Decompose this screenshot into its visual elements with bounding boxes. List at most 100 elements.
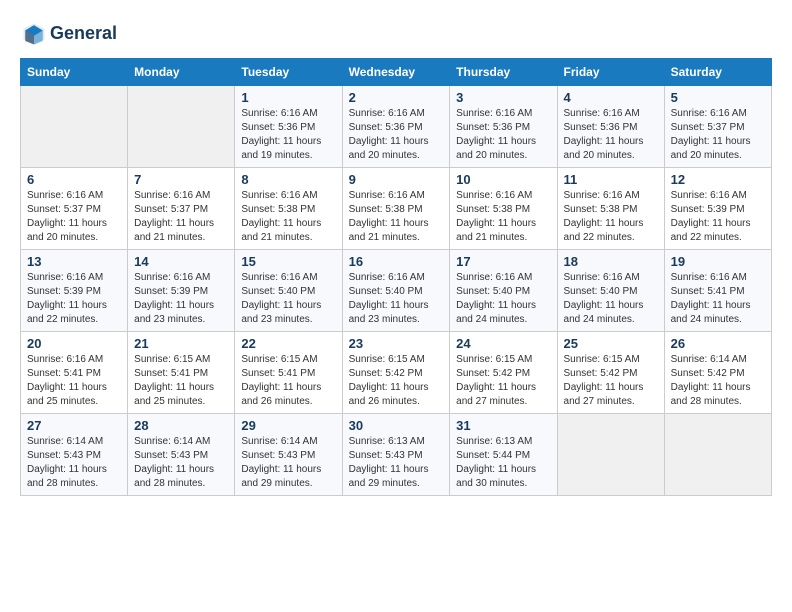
day-info: Sunrise: 6:16 AM Sunset: 5:41 PM Dayligh… [27,353,121,409]
logo: General [20,20,117,48]
calendar-cell: 9 Sunrise: 6:16 AM Sunset: 5:38 PM Daylig… [342,168,450,250]
day-info: Sunrise: 6:14 AM Sunset: 5:43 PM Dayligh… [27,435,121,491]
calendar-cell: 3 Sunrise: 6:16 AM Sunset: 5:36 PM Daylig… [450,86,557,168]
calendar-cell [557,414,664,496]
calendar-header-wednesday: Wednesday [342,59,450,86]
day-info: Sunrise: 6:15 AM Sunset: 5:42 PM Dayligh… [456,353,550,409]
day-number: 27 [27,418,121,433]
day-number: 3 [456,90,550,105]
day-number: 18 [564,254,658,269]
calendar-cell: 29 Sunrise: 6:14 AM Sunset: 5:43 PM Dayli… [235,414,342,496]
calendar-cell [128,86,235,168]
day-info: Sunrise: 6:16 AM Sunset: 5:38 PM Dayligh… [349,189,444,245]
calendar-cell: 26 Sunrise: 6:14 AM Sunset: 5:42 PM Dayli… [664,332,771,414]
day-info: Sunrise: 6:14 AM Sunset: 5:43 PM Dayligh… [134,435,228,491]
calendar-header-saturday: Saturday [664,59,771,86]
calendar-week-row: 27 Sunrise: 6:14 AM Sunset: 5:43 PM Dayli… [21,414,772,496]
calendar-cell: 25 Sunrise: 6:15 AM Sunset: 5:42 PM Dayli… [557,332,664,414]
calendar-week-row: 6Sunrise: 6:16 AM Sunset: 5:37 PM Daylig… [21,168,772,250]
calendar-cell: 18 Sunrise: 6:16 AM Sunset: 5:40 PM Dayli… [557,250,664,332]
day-number: 7 [134,172,228,187]
calendar-cell: 19 Sunrise: 6:16 AM Sunset: 5:41 PM Dayli… [664,250,771,332]
day-info: Sunrise: 6:15 AM Sunset: 5:41 PM Dayligh… [241,353,335,409]
calendar-cell: 10 Sunrise: 6:16 AM Sunset: 5:38 PM Dayli… [450,168,557,250]
day-info: Sunrise: 6:16 AM Sunset: 5:40 PM Dayligh… [349,271,444,327]
day-info: Sunrise: 6:15 AM Sunset: 5:42 PM Dayligh… [564,353,658,409]
day-number: 21 [134,336,228,351]
calendar-cell: 15 Sunrise: 6:16 AM Sunset: 5:40 PM Dayli… [235,250,342,332]
calendar-cell: 30 Sunrise: 6:13 AM Sunset: 5:43 PM Dayli… [342,414,450,496]
day-info: Sunrise: 6:16 AM Sunset: 5:37 PM Dayligh… [671,107,765,163]
day-info: Sunrise: 6:16 AM Sunset: 5:36 PM Dayligh… [564,107,658,163]
day-number: 15 [241,254,335,269]
calendar-cell: 27 Sunrise: 6:14 AM Sunset: 5:43 PM Dayli… [21,414,128,496]
day-number: 28 [134,418,228,433]
day-info: Sunrise: 6:16 AM Sunset: 5:38 PM Dayligh… [241,189,335,245]
day-info: Sunrise: 6:16 AM Sunset: 5:38 PM Dayligh… [456,189,550,245]
day-number: 6 [27,172,121,187]
day-info: Sunrise: 6:16 AM Sunset: 5:39 PM Dayligh… [134,271,228,327]
calendar-cell: 8 Sunrise: 6:16 AM Sunset: 5:38 PM Daylig… [235,168,342,250]
calendar-cell: 13 Sunrise: 6:16 AM Sunset: 5:39 PM Dayli… [21,250,128,332]
day-info: Sunrise: 6:16 AM Sunset: 5:36 PM Dayligh… [456,107,550,163]
day-number: 30 [349,418,444,433]
day-number: 9 [349,172,444,187]
day-info: Sunrise: 6:15 AM Sunset: 5:42 PM Dayligh… [349,353,444,409]
day-info: Sunrise: 6:16 AM Sunset: 5:36 PM Dayligh… [241,107,335,163]
calendar-cell: 17Sunrise: 6:16 AM Sunset: 5:40 PM Dayli… [450,250,557,332]
calendar-header-monday: Monday [128,59,235,86]
calendar-cell: 31Sunrise: 6:13 AM Sunset: 5:44 PM Dayli… [450,414,557,496]
day-info: Sunrise: 6:13 AM Sunset: 5:43 PM Dayligh… [349,435,444,491]
calendar-header-thursday: Thursday [450,59,557,86]
calendar-cell: 23Sunrise: 6:15 AM Sunset: 5:42 PM Dayli… [342,332,450,414]
day-number: 8 [241,172,335,187]
day-info: Sunrise: 6:16 AM Sunset: 5:41 PM Dayligh… [671,271,765,327]
calendar-cell: 1 Sunrise: 6:16 AM Sunset: 5:36 PM Daylig… [235,86,342,168]
day-info: Sunrise: 6:16 AM Sunset: 5:38 PM Dayligh… [564,189,658,245]
day-info: Sunrise: 6:16 AM Sunset: 5:40 PM Dayligh… [564,271,658,327]
calendar-cell: 16 Sunrise: 6:16 AM Sunset: 5:40 PM Dayli… [342,250,450,332]
page-header: General [20,20,772,48]
day-number: 26 [671,336,765,351]
calendar-cell: 7Sunrise: 6:16 AM Sunset: 5:37 PM Daylig… [128,168,235,250]
day-info: Sunrise: 6:14 AM Sunset: 5:43 PM Dayligh… [241,435,335,491]
calendar-header-row: SundayMondayTuesdayWednesdayThursdayFrid… [21,59,772,86]
day-number: 2 [349,90,444,105]
day-number: 4 [564,90,658,105]
logo-icon [20,20,48,48]
day-info: Sunrise: 6:16 AM Sunset: 5:39 PM Dayligh… [27,271,121,327]
calendar-cell: 22 Sunrise: 6:15 AM Sunset: 5:41 PM Dayli… [235,332,342,414]
calendar-cell: 14 Sunrise: 6:16 AM Sunset: 5:39 PM Dayli… [128,250,235,332]
day-number: 29 [241,418,335,433]
calendar-cell: 21 Sunrise: 6:15 AM Sunset: 5:41 PM Dayli… [128,332,235,414]
day-info: Sunrise: 6:16 AM Sunset: 5:40 PM Dayligh… [241,271,335,327]
day-number: 13 [27,254,121,269]
day-number: 1 [241,90,335,105]
day-info: Sunrise: 6:16 AM Sunset: 5:36 PM Dayligh… [349,107,444,163]
day-info: Sunrise: 6:16 AM Sunset: 5:39 PM Dayligh… [671,189,765,245]
calendar-cell: 4 Sunrise: 6:16 AM Sunset: 5:36 PM Daylig… [557,86,664,168]
calendar-cell: 28 Sunrise: 6:14 AM Sunset: 5:43 PM Dayli… [128,414,235,496]
day-number: 16 [349,254,444,269]
calendar-header-friday: Friday [557,59,664,86]
day-number: 22 [241,336,335,351]
day-info: Sunrise: 6:14 AM Sunset: 5:42 PM Dayligh… [671,353,765,409]
calendar-header-tuesday: Tuesday [235,59,342,86]
day-info: Sunrise: 6:15 AM Sunset: 5:41 PM Dayligh… [134,353,228,409]
day-number: 5 [671,90,765,105]
day-number: 10 [456,172,550,187]
calendar-cell: 5 Sunrise: 6:16 AM Sunset: 5:37 PM Daylig… [664,86,771,168]
day-number: 19 [671,254,765,269]
day-number: 14 [134,254,228,269]
day-number: 20 [27,336,121,351]
calendar-week-row: 20 Sunrise: 6:16 AM Sunset: 5:41 PM Dayli… [21,332,772,414]
day-number: 25 [564,336,658,351]
calendar-cell: 20 Sunrise: 6:16 AM Sunset: 5:41 PM Dayli… [21,332,128,414]
calendar-cell [21,86,128,168]
calendar-cell: 2 Sunrise: 6:16 AM Sunset: 5:36 PM Daylig… [342,86,450,168]
calendar-cell [664,414,771,496]
day-number: 31 [456,418,550,433]
logo-text: General [50,24,117,44]
day-number: 11 [564,172,658,187]
day-info: Sunrise: 6:16 AM Sunset: 5:40 PM Dayligh… [456,271,550,327]
